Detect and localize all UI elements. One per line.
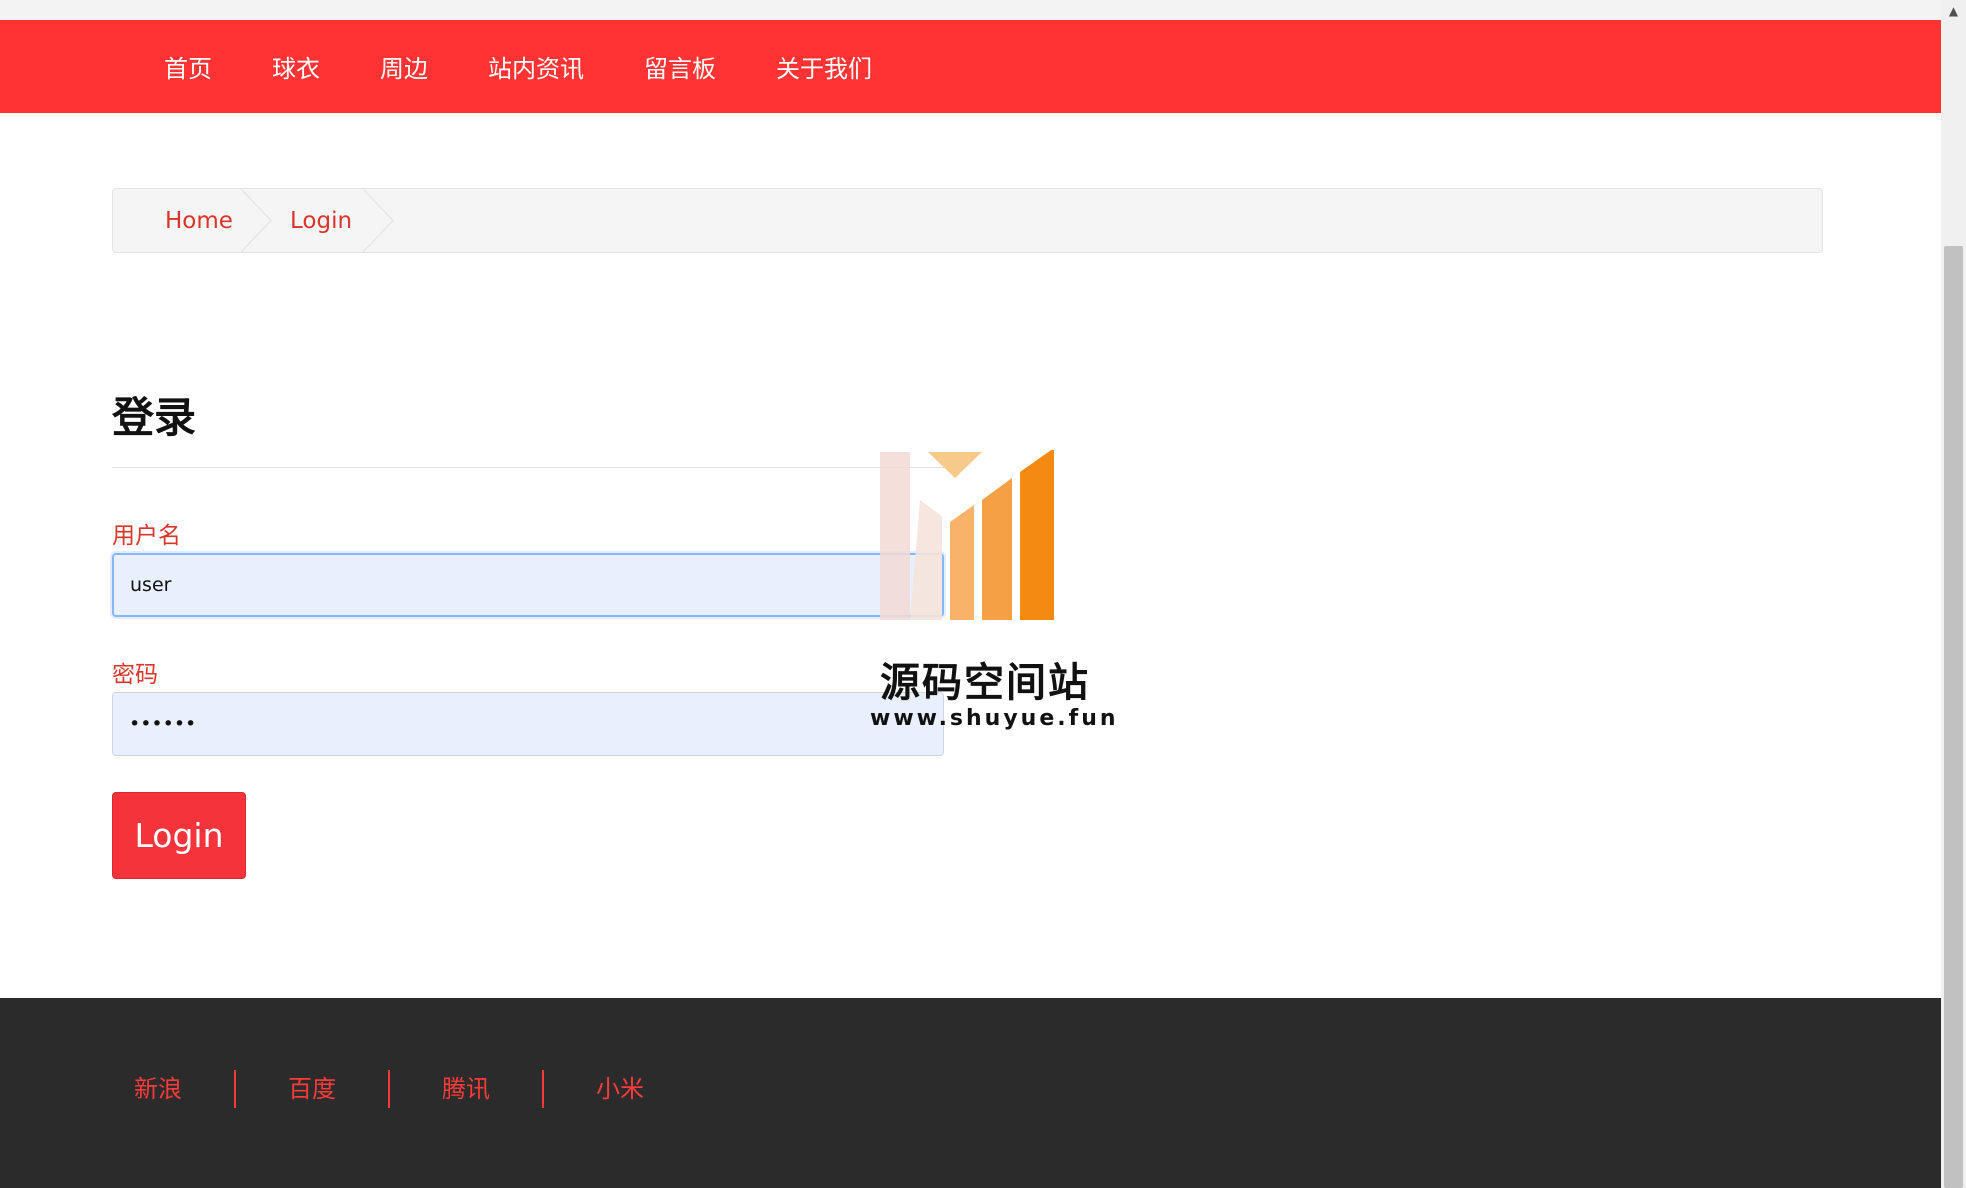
scroll-up-arrow-icon[interactable]: ▲ [1941, 0, 1966, 22]
nav-item-jerseys[interactable]: 球衣 [272, 49, 320, 84]
page-viewport: 首页 球衣 周边 站内资讯 留言板 关于我们 Home Login 登录 用户名… [0, 0, 1941, 1188]
title-divider [112, 467, 944, 468]
footer-link-baidu[interactable]: 百度 [266, 1070, 358, 1108]
nav-item-merchandise[interactable]: 周边 [380, 49, 428, 84]
main-navbar: 首页 球衣 周边 站内资讯 留言板 关于我们 [0, 20, 1941, 113]
breadcrumb-item-login[interactable]: Login [290, 189, 352, 252]
nav-item-news[interactable]: 站内资讯 [488, 49, 584, 84]
username-label: 用户名 [112, 523, 181, 549]
footer-divider [234, 1070, 236, 1108]
nav-item-about-us[interactable]: 关于我们 [776, 49, 872, 84]
footer-divider [542, 1070, 544, 1108]
vertical-scrollbar[interactable]: ▲ [1941, 0, 1966, 1188]
page-title: 登录 [112, 393, 197, 442]
password-input[interactable] [112, 692, 944, 756]
login-button[interactable]: Login [112, 792, 246, 879]
footer: 新浪 百度 腾讯 小米 [0, 998, 1941, 1188]
username-input[interactable] [112, 553, 944, 617]
scrollbar-thumb[interactable] [1944, 246, 1963, 1188]
breadcrumb-separator-icon [241, 189, 273, 252]
nav-item-message-board[interactable]: 留言板 [644, 49, 716, 84]
footer-link-xiaomi[interactable]: 小米 [574, 1070, 666, 1108]
footer-link-sina[interactable]: 新浪 [112, 1070, 204, 1108]
footer-link-tencent[interactable]: 腾讯 [420, 1070, 512, 1108]
footer-divider [388, 1070, 390, 1108]
nav-list: 首页 球衣 周边 站内资讯 留言板 关于我们 [164, 20, 932, 113]
nav-item-home[interactable]: 首页 [164, 49, 212, 84]
top-strip [0, 0, 1941, 20]
breadcrumb: Home Login [112, 188, 1823, 253]
breadcrumb-separator-icon [363, 189, 395, 252]
password-label: 密码 [112, 662, 158, 688]
breadcrumb-item-home[interactable]: Home [165, 189, 233, 252]
footer-links: 新浪 百度 腾讯 小米 [112, 1070, 666, 1108]
